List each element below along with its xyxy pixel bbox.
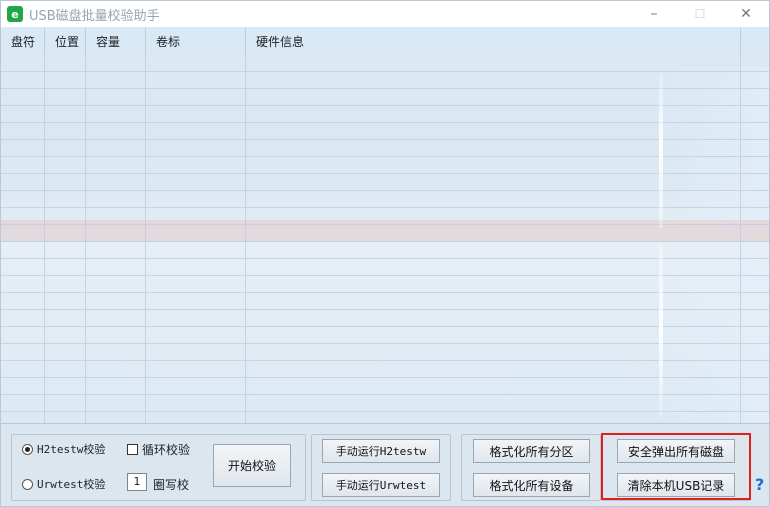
app-icon: e: [7, 6, 23, 22]
column-header-drive[interactable]: 盘符: [1, 27, 45, 55]
loop-check-checkbox[interactable]: 循环校验: [127, 441, 190, 458]
loop-check-label: 循环校验: [142, 443, 191, 457]
checkbox-icon: [127, 444, 138, 455]
help-icon[interactable]: ?: [755, 475, 764, 494]
highlight-box: [601, 433, 751, 500]
disk-list[interactable]: 盘符 位置 容量 卷标 硬件信息: [1, 27, 769, 423]
radio-h2testw-label: H2testw校验: [37, 443, 106, 456]
window-controls: – ☐ ✕: [631, 1, 769, 27]
maximize-button[interactable]: ☐: [677, 1, 723, 27]
control-panel: H2testw校验 Urwtest校验 循环校验 1 圈写校 开始校验 手动运行…: [1, 423, 769, 506]
radio-urwtest[interactable]: Urwtest校验: [22, 476, 105, 492]
lap-count-input[interactable]: 1: [127, 473, 147, 491]
column-header-label[interactable]: 卷标: [146, 27, 246, 55]
column-divider: [740, 27, 741, 423]
column-divider: [44, 27, 45, 423]
close-button[interactable]: ✕: [723, 1, 769, 27]
format-partitions-button[interactable]: 格式化所有分区: [473, 439, 590, 463]
background-light: [659, 245, 663, 415]
radio-h2testw[interactable]: H2testw校验: [22, 441, 105, 457]
app-window: e USB磁盘批量校验助手 – ☐ ✕ 盘符 位置 容量 卷标 硬件信息 H2t…: [0, 0, 770, 507]
radio-urwtest-label: Urwtest校验: [37, 478, 106, 491]
radio-unselected-icon: [22, 478, 33, 490]
column-header-location[interactable]: 位置: [45, 27, 86, 55]
list-header: 盘符 位置 容量 卷标 硬件信息: [1, 27, 769, 55]
window-title: USB磁盘批量校验助手: [29, 8, 160, 24]
minimize-button[interactable]: –: [631, 1, 677, 27]
lap-label: 圈写校: [153, 478, 190, 492]
start-check-button[interactable]: 开始校验: [213, 444, 291, 487]
column-header-capacity[interactable]: 容量: [86, 27, 146, 55]
title-bar: e USB磁盘批量校验助手 – ☐ ✕: [1, 1, 769, 27]
background-light: [659, 73, 663, 228]
radio-selected-icon: [22, 443, 33, 455]
column-divider: [245, 27, 246, 423]
format-devices-button[interactable]: 格式化所有设备: [473, 473, 590, 497]
run-urwtest-button[interactable]: 手动运行Urwtest: [322, 473, 440, 497]
run-h2testw-button[interactable]: 手动运行H2testw: [322, 439, 440, 463]
column-divider: [85, 27, 86, 423]
column-divider: [145, 27, 146, 423]
column-header-hardware[interactable]: 硬件信息: [246, 27, 741, 55]
list-gridlines: [1, 55, 769, 423]
